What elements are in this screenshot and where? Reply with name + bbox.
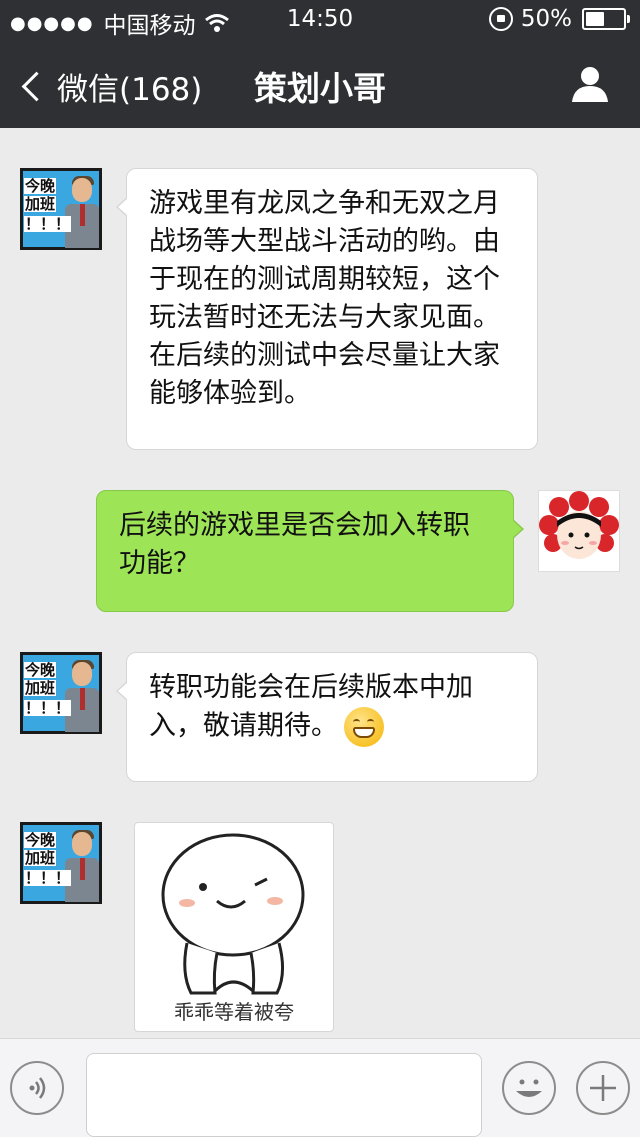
sticker-message[interactable]: 乖乖等着被夸: [134, 822, 334, 1032]
battery-percent: 50%: [520, 6, 572, 32]
profile-icon[interactable]: [570, 64, 610, 104]
chat-title: 策划小哥: [254, 69, 386, 108]
nav-bar: 微信(168) 策划小哥: [0, 40, 640, 128]
voice-icon: [29, 1077, 46, 1099]
my-message-bubble[interactable]: 后续的游戏里是否会加入转职功能？: [96, 490, 524, 612]
avatar[interactable]: 今晚 加班 ！！！: [20, 652, 102, 734]
grinning-face-icon: [344, 707, 384, 747]
emoji-button[interactable]: [502, 1061, 556, 1115]
message-bubble[interactable]: 转职功能会在后续版本中加入，敬请期待。: [116, 652, 538, 782]
status-right: 50%: [488, 6, 630, 32]
avatar-caption: 今晚: [24, 177, 57, 195]
avatar-caption: ！！！: [24, 869, 72, 887]
more-button[interactable]: [576, 1061, 630, 1115]
my-avatar[interactable]: [538, 490, 620, 572]
plus-icon: [590, 1075, 616, 1101]
status-bar: ●●●●● 中国移动 14:50 50%: [0, 0, 640, 40]
avatar-caption: 加班: [24, 679, 57, 697]
message-text: 游戏里有龙凤之争和无双之月战场等大型战斗活动的哟。由于现在的测试周期较短，这个玩…: [149, 188, 500, 409]
voice-button[interactable]: [10, 1061, 64, 1115]
avatar[interactable]: 今晚 加班 ！！！: [20, 822, 102, 904]
avatar-caption: 今晚: [24, 831, 57, 849]
avatar-caption: ！！！: [24, 215, 72, 233]
message-input[interactable]: [86, 1053, 482, 1137]
chat-area[interactable]: 今晚 加班 ！！！ 游戏里有龙凤之争和无双之月战场等大型战斗活动的哟。由于现在的…: [0, 128, 640, 1038]
battery-icon: [582, 8, 630, 30]
input-bar: [0, 1038, 640, 1137]
avatar[interactable]: 今晚 加班 ！！！: [20, 168, 102, 250]
rotation-lock-icon: [488, 7, 513, 31]
sticker-caption: 乖乖等着被夸: [174, 1000, 294, 1024]
message-text: 后续的游戏里是否会加入转职功能？: [119, 510, 470, 579]
girl-face-icon: [539, 491, 619, 559]
avatar-caption: 今晚: [24, 661, 57, 679]
smiley-icon: [516, 1079, 542, 1097]
avatar-caption: 加班: [24, 849, 57, 867]
blob-character-sticker: [161, 833, 305, 995]
avatar-caption: ！！！: [24, 699, 72, 717]
avatar-caption: 加班: [24, 195, 57, 213]
message-text: 转职功能会在后续版本中加入，敬请期待。: [149, 672, 473, 742]
battery-fill: [586, 12, 604, 26]
message-bubble[interactable]: 游戏里有龙凤之争和无双之月战场等大型战斗活动的哟。由于现在的测试周期较短，这个玩…: [116, 168, 538, 450]
